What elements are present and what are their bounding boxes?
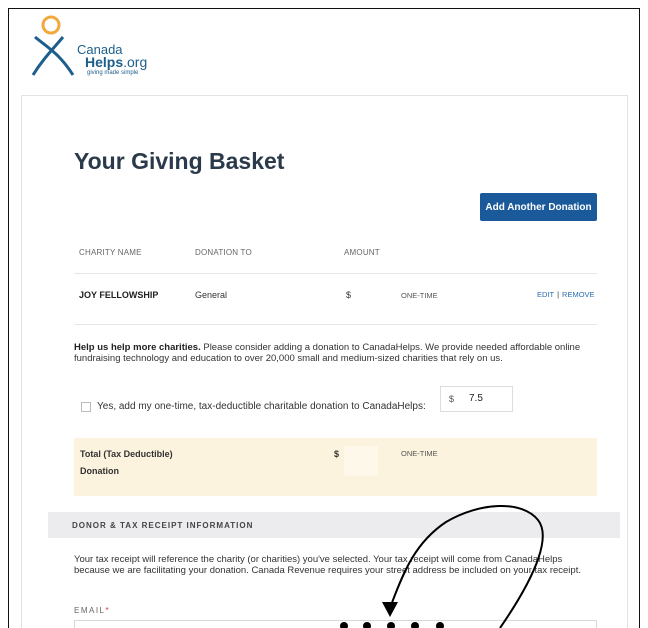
total-label: Total (Tax Deductible) Donation [80,446,173,480]
edit-link[interactable]: EDIT [537,290,554,299]
logo-tagline: giving made simple [87,70,139,76]
help-message-bold: Help us help more charities. [74,342,201,353]
total-label-line1: Total (Tax Deductible) [80,449,173,459]
add-another-donation-button[interactable]: Add Another Donation [480,193,597,221]
charity-name-cell: JOY FELLOWSHIP [79,290,159,300]
canadahelps-logo[interactable]: Canada Helps.org giving made simple [29,13,179,77]
tax-receipt-paragraph: Your tax receipt will reference the char… [74,554,581,576]
site-header: Canada Helps.org giving made simple [9,9,639,95]
email-label-text: EMAIL [74,606,106,615]
canadahelps-donation-checkbox[interactable] [81,402,91,412]
amount-value[interactable]: 7.5 [469,393,483,404]
logo-figure-icon [31,15,75,76]
giving-basket-card: Your Giving Basket Add Another Donation … [21,95,628,628]
table-divider [74,324,597,325]
total-currency-symbol: $ [334,449,340,459]
total-amount-value [344,446,378,476]
logo-word-helps: Helps.org [85,55,147,69]
canadahelps-donation-label[interactable]: Yes, add my one-time, tax-deductible cha… [97,401,426,412]
donor-section-header: DONOR & TAX RECEIPT INFORMATION [48,512,620,538]
page-title: Your Giving Basket [74,148,285,174]
column-header-donation-to: DONATION TO [195,248,252,257]
column-header-amount: AMOUNT [344,248,380,257]
amount-currency-cell: $ [346,290,352,300]
browser-frame: Canada Helps.org giving made simple Your… [8,8,640,628]
donor-section-heading: DONOR & TAX RECEIPT INFORMATION [72,521,254,530]
total-donation-panel: Total (Tax Deductible) Donation $ ONE-TIM… [74,438,597,496]
total-label-line2: Donation [80,466,119,476]
email-label: EMAIL* [74,606,110,615]
logo-helps-bold: Helps [85,54,124,70]
table-divider [74,273,597,274]
total-frequency: ONE-TIME [401,449,438,458]
amount-currency-symbol: $ [449,394,455,404]
help-message: Help us help more charities. Please cons… [74,342,597,364]
email-input[interactable] [74,620,597,628]
required-mark: * [105,606,111,615]
action-separator: | [557,290,560,299]
donation-to-cell: General [195,290,228,300]
frequency-cell: ONE-TIME [401,291,438,300]
logo-org: .org [123,54,148,70]
remove-link[interactable]: REMOVE [562,290,595,299]
canadahelps-amount-input[interactable]: $ 7.5 [440,386,513,412]
row-actions: EDIT | REMOVE [537,290,595,299]
column-header-charity-name: CHARITY NAME [79,248,142,257]
